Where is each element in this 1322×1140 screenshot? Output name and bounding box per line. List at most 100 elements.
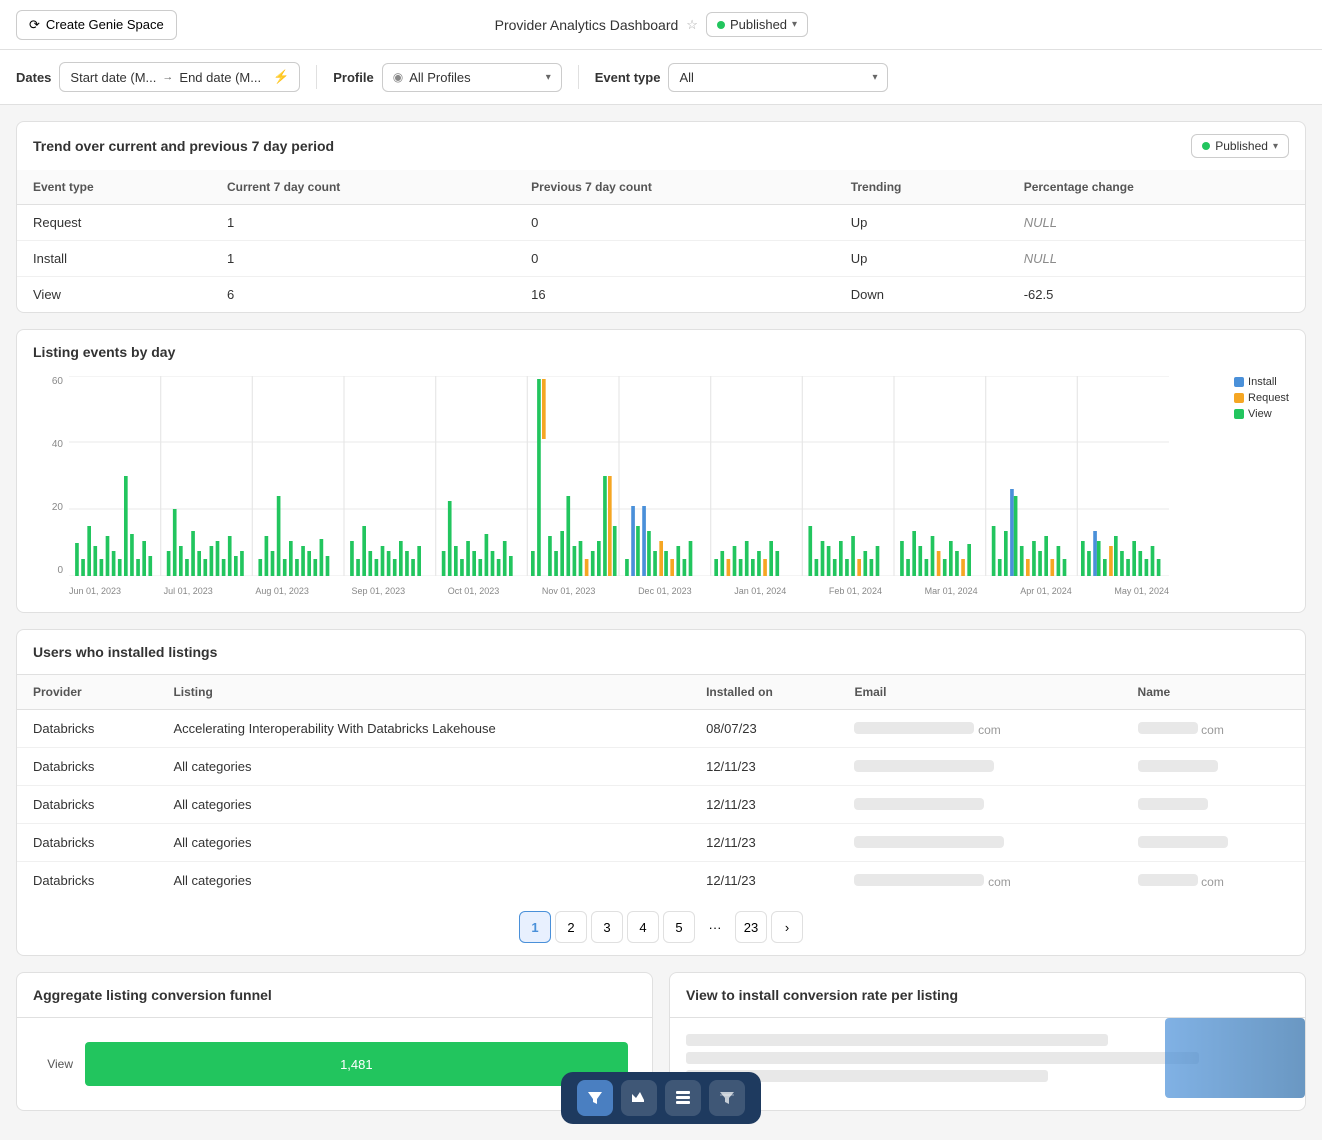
profile-chevron-icon: ▾ — [546, 72, 551, 83]
current-count-cell: 6 — [211, 277, 515, 313]
end-date-value: End date (M... — [179, 70, 261, 85]
name-cell: com — [1122, 710, 1305, 748]
table-toolbar-button[interactable] — [665, 1080, 701, 1116]
provider-cell: Databricks — [17, 748, 157, 786]
trending-cell: Down — [835, 277, 1008, 313]
event-type-filter-group: Event type All ▾ — [595, 63, 889, 92]
table-row: View 6 16 Down -62.5 — [17, 277, 1305, 313]
profile-select[interactable]: ◉ All Profiles ▾ — [382, 63, 562, 92]
filter-divider-1 — [316, 65, 317, 89]
date-range-input[interactable]: Start date (M... → End date (M... ⚡ — [59, 62, 300, 92]
create-btn-label: Create Genie Space — [46, 17, 164, 32]
main-content: Trend over current and previous 7 day pe… — [0, 105, 1322, 1127]
dates-label: Dates — [16, 70, 51, 85]
funnel-view-rect: 1,481 — [85, 1042, 628, 1086]
installed-on-cell: 12/11/23 — [690, 824, 838, 862]
event-type-label: Event type — [595, 70, 661, 85]
chart-toolbar-icon — [631, 1090, 647, 1106]
request-color-dot — [1234, 393, 1244, 403]
trend-card-title: Trend over current and previous 7 day pe… — [33, 138, 334, 154]
genie-icon: ⟳ — [29, 17, 40, 33]
filter-toolbar-button[interactable] — [577, 1080, 613, 1116]
start-date-value: Start date (M... — [70, 70, 156, 85]
create-genie-button[interactable]: ⟳ Create Genie Space — [16, 10, 177, 40]
email-cell: com — [838, 862, 1121, 900]
conversion-card: View to install conversion rate per list… — [669, 972, 1306, 1111]
funnel-toolbar-button[interactable] — [709, 1080, 745, 1116]
users-table-scroll[interactable]: Provider Listing Installed on Email Name… — [17, 675, 1305, 899]
installed-on-cell: 12/11/23 — [690, 786, 838, 824]
event-type-cell: Request — [17, 205, 211, 241]
published-status-badge[interactable]: Published ▾ — [706, 12, 808, 37]
chart-area: 60 40 20 0 — [33, 376, 1289, 596]
event-type-chevron-icon: ▾ — [872, 72, 877, 83]
profile-label: Profile — [333, 70, 373, 85]
profile-filter-group: Profile ◉ All Profiles ▾ — [333, 63, 561, 92]
funnel-card-header: Aggregate listing conversion funnel — [17, 973, 652, 1018]
funnel-card-title: Aggregate listing conversion funnel — [33, 987, 272, 1003]
users-card-title: Users who installed listings — [33, 644, 217, 660]
col-percentage-change: Percentage change — [1008, 170, 1305, 205]
listing-cell: All categories — [157, 786, 690, 824]
filter-divider-2 — [578, 65, 579, 89]
chart-toolbar-button[interactable] — [621, 1080, 657, 1116]
filter-bar: Dates Start date (M... → End date (M... … — [0, 50, 1322, 105]
trend-published-badge[interactable]: Published ▾ — [1191, 134, 1289, 158]
listing-chart-title: Listing events by day — [33, 344, 175, 360]
trending-cell: Up — [835, 205, 1008, 241]
previous-count-cell: 0 — [515, 241, 835, 277]
conversion-content — [670, 1018, 1305, 1098]
users-card-header: Users who installed listings — [17, 630, 1305, 675]
published-label: Published — [730, 17, 787, 32]
status-dot — [717, 21, 725, 29]
trend-published-label: Published — [1215, 139, 1268, 153]
email-cell: com — [838, 710, 1121, 748]
page-1-button[interactable]: 1 — [519, 911, 551, 943]
pagination: 1 2 3 4 5 ··· 23 › — [17, 899, 1305, 955]
conversion-card-title: View to install conversion rate per list… — [686, 987, 958, 1003]
table-row: Install 1 0 Up NULL — [17, 241, 1305, 277]
conversion-card-header: View to install conversion rate per list… — [670, 973, 1305, 1018]
chevron-down-icon: ▾ — [792, 19, 797, 30]
col-previous-7day: Previous 7 day count — [515, 170, 835, 205]
previous-count-cell: 16 — [515, 277, 835, 313]
col-email: Email — [838, 675, 1121, 710]
page-2-button[interactable]: 2 — [555, 911, 587, 943]
dates-filter-group: Dates Start date (M... → End date (M... … — [16, 62, 300, 92]
col-listing: Listing — [157, 675, 690, 710]
provider-cell: Databricks — [17, 862, 157, 900]
page-4-button[interactable]: 4 — [627, 911, 659, 943]
blurred-row-1 — [686, 1034, 1108, 1046]
listing-cell: Accelerating Interoperability With Datab… — [157, 710, 690, 748]
bottom-toolbar — [561, 1072, 761, 1124]
page-5-button[interactable]: 5 — [663, 911, 695, 943]
date-arrow-icon: → — [162, 71, 173, 83]
star-icon[interactable]: ☆ — [686, 17, 698, 33]
change-cell: -62.5 — [1008, 277, 1305, 313]
email-cell — [838, 748, 1121, 786]
page-23-button[interactable]: 23 — [735, 911, 767, 943]
filter-toolbar-icon — [587, 1090, 603, 1106]
table-row: Request 1 0 Up NULL — [17, 205, 1305, 241]
event-type-select[interactable]: All ▾ — [668, 63, 888, 92]
current-count-cell: 1 — [211, 205, 515, 241]
installed-on-cell: 08/07/23 — [690, 710, 838, 748]
listing-cell: All categories — [157, 862, 690, 900]
col-provider: Provider — [17, 675, 157, 710]
listing-cell: All categories — [157, 748, 690, 786]
nav-center: Provider Analytics Dashboard ☆ Published… — [495, 12, 808, 37]
chart-legend: Install Request View — [1234, 376, 1289, 420]
trend-chevron-icon: ▾ — [1273, 141, 1278, 152]
page-ellipsis-button[interactable]: ··· — [699, 911, 731, 943]
list-item: Databricks Accelerating Interoperability… — [17, 710, 1305, 748]
col-name: Name — [1122, 675, 1305, 710]
page-next-button[interactable]: › — [771, 911, 803, 943]
page-3-button[interactable]: 3 — [591, 911, 623, 943]
trending-cell: Up — [835, 241, 1008, 277]
trend-table: Event type Current 7 day count Previous … — [17, 170, 1305, 312]
lightning-icon: ⚡ — [273, 69, 289, 85]
listing-events-card: Listing events by day 60 40 20 0 — [16, 329, 1306, 613]
trend-card: Trend over current and previous 7 day pe… — [16, 121, 1306, 313]
name-cell: com — [1122, 862, 1305, 900]
funnel-card: Aggregate listing conversion funnel View… — [16, 972, 653, 1111]
